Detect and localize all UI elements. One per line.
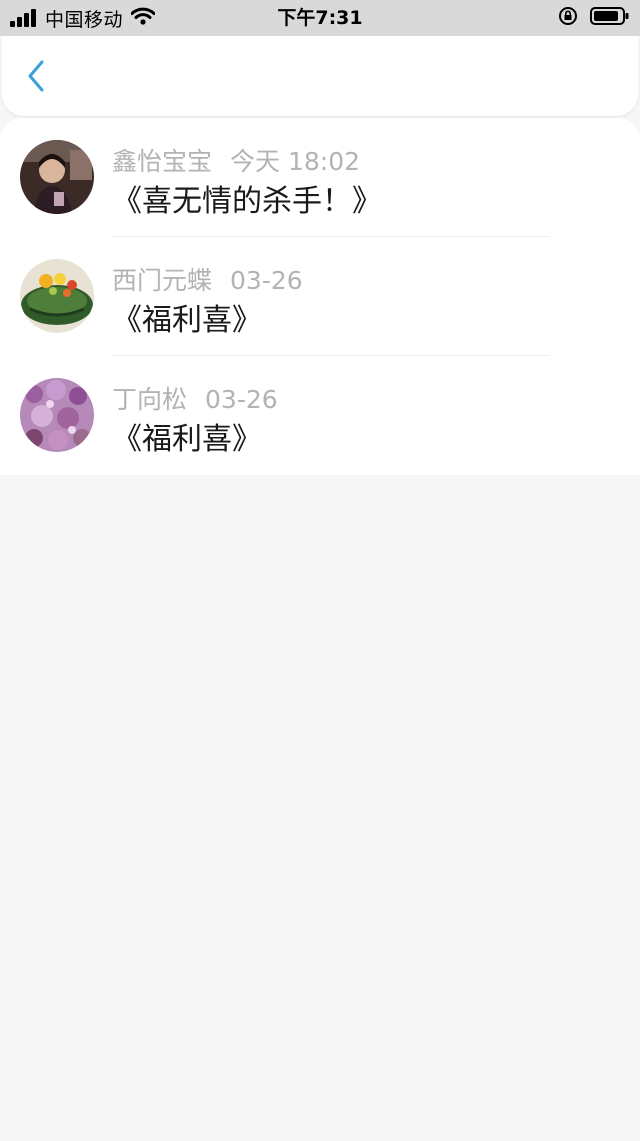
- back-button[interactable]: [18, 58, 54, 98]
- user-name: 西门元蝶: [112, 266, 213, 295]
- list-item[interactable]: 鑫怡宝宝 今天 18:02 《喜无情的杀手！》: [0, 118, 640, 237]
- list-item[interactable]: 丁向松 03-26 《福利喜》: [0, 356, 640, 475]
- message-list: 鑫怡宝宝今天 18:02 《喜无情的杀手！》 西门元蝶 03-26 《福利喜》: [0, 118, 640, 475]
- avatar[interactable]: [20, 378, 94, 452]
- avatar[interactable]: [20, 259, 94, 333]
- user-name: 丁向松: [112, 385, 188, 414]
- item-time: 03-26: [230, 266, 303, 295]
- item-meta: 鑫怡宝宝 今天 18:02: [112, 142, 360, 178]
- item-meta: 西门元蝶 03-26: [112, 261, 303, 297]
- item-meta: 丁向松 03-26: [112, 380, 278, 416]
- item-time: 03-26: [205, 385, 278, 414]
- avatar[interactable]: [20, 140, 94, 214]
- list-item[interactable]: 西门元蝶 03-26 《福利喜》: [0, 237, 640, 356]
- status-time: 下午7:31: [277, 7, 363, 29]
- item-time: 今天 18:02: [230, 147, 361, 176]
- user-name: 鑫怡宝宝: [112, 147, 213, 176]
- rotation-lock-icon: [558, 6, 578, 30]
- status-right: [558, 0, 630, 36]
- status-bar: 中国移动 下午7:31: [0, 0, 640, 36]
- item-title: 《喜无情的杀手！》: [112, 184, 382, 219]
- item-title: 《福利喜》: [112, 303, 262, 338]
- nav-bar: [2, 36, 638, 116]
- battery-icon: [590, 6, 630, 30]
- item-title: 《福利喜》: [112, 422, 262, 457]
- chevron-left-icon: [26, 59, 46, 97]
